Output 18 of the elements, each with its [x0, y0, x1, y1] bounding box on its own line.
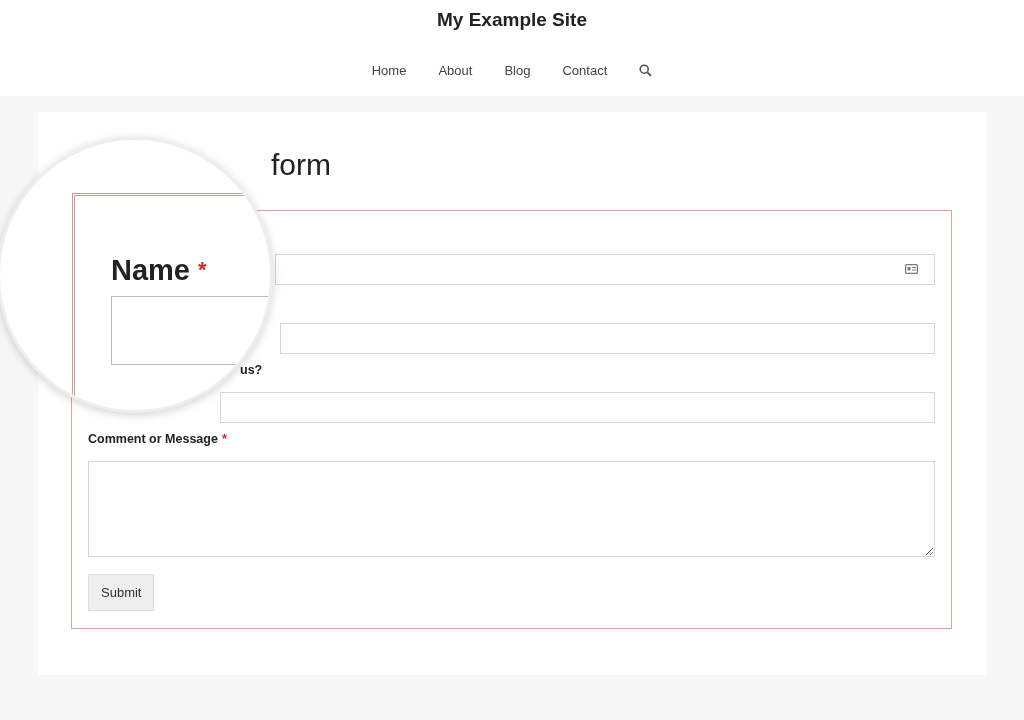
required-mark: *: [198, 257, 207, 282]
site-title: My Example Site: [436, 8, 588, 32]
nav-link[interactable]: Contact: [546, 61, 624, 81]
contact-card-icon[interactable]: [905, 264, 918, 274]
nav-link[interactable]: Blog: [488, 61, 547, 81]
nav-link[interactable]: Home: [355, 61, 423, 81]
field-label: us?: [240, 363, 263, 377]
submit-button[interactable]: Submit: [88, 574, 155, 611]
zoomed-name-label: Name: [111, 254, 190, 286]
search-icon[interactable]: [639, 64, 653, 77]
required-mark: *: [221, 432, 227, 446]
nav-link[interactable]: About: [422, 61, 489, 81]
message-field[interactable]: [88, 461, 935, 557]
page-title: form: [271, 148, 331, 181]
input-field[interactable]: [220, 392, 935, 423]
input-field[interactable]: [280, 323, 935, 354]
input-field[interactable]: [275, 254, 935, 285]
field-label: Comment or Message: [88, 432, 218, 446]
